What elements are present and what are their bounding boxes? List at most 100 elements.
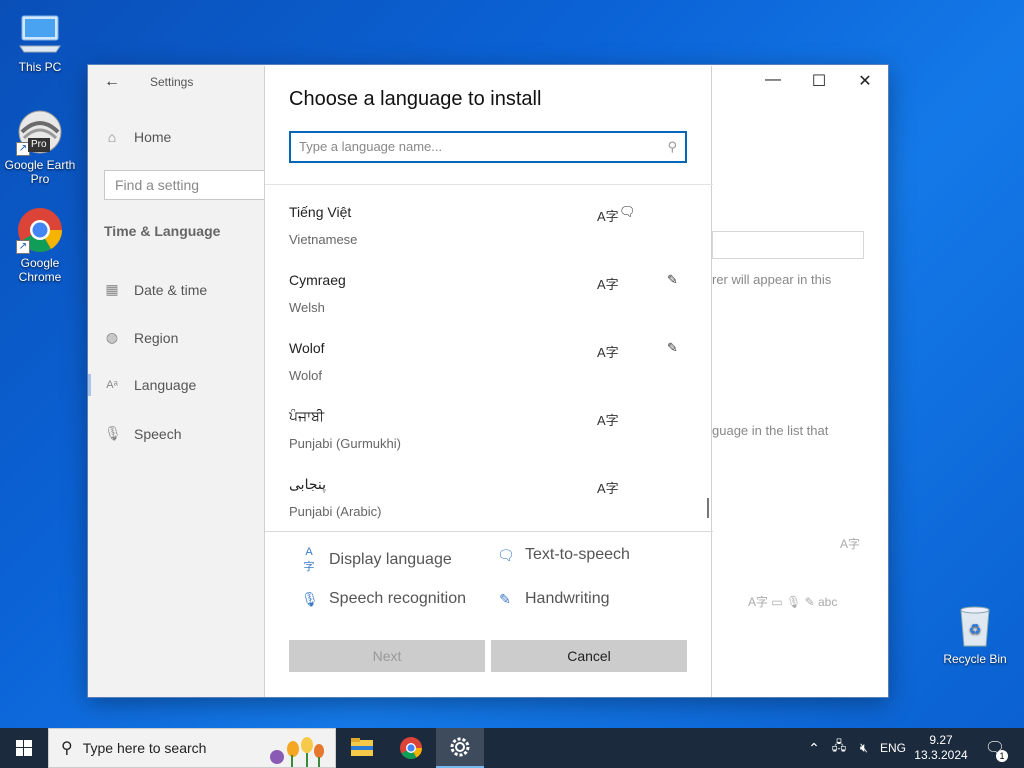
language-icon: Aᵃ: [106, 379, 118, 391]
dialog-title: Choose a language to install: [289, 88, 542, 110]
desktop-icon-label: Recycle Bin: [943, 652, 1007, 666]
legend-display-language: A字 Display language: [301, 546, 452, 574]
chrome-icon: [400, 737, 422, 759]
desktop-icon-google-chrome[interactable]: ↗ Google Chrome: [0, 206, 80, 284]
recycle-bin-icon: ♻: [951, 602, 999, 650]
legend-handwriting: ✎ Handwriting: [497, 590, 609, 608]
back-arrow-icon[interactable]: ←: [104, 73, 120, 91]
background-display-language-icon: A字: [840, 537, 861, 551]
nav-item-region[interactable]: ◍ Region: [104, 329, 178, 346]
display-language-icon: A字: [597, 481, 619, 496]
nav-item-label: Language: [134, 377, 197, 393]
notification-center-button[interactable]: 🗨 1: [978, 728, 1012, 768]
desktop-icon-label: Google Earth Pro: [4, 158, 76, 186]
section-title: Time & Language: [104, 223, 221, 239]
text-to-speech-icon: 🗨: [619, 204, 636, 219]
legend-text-to-speech: 🗨 Text-to-speech: [497, 546, 630, 564]
display-language-icon: A字: [597, 413, 619, 428]
app-title: Settings: [150, 75, 194, 89]
find-setting-placeholder: Find a setting: [115, 177, 200, 193]
settings-sidebar: ← Settings ⌂ Home Find a setting Time & …: [88, 65, 284, 697]
display-language-icon: A字: [597, 345, 619, 360]
display-language-icon: A字: [597, 277, 619, 292]
display-language-icon: A字: [303, 546, 315, 573]
nav-item-date-time[interactable]: ▦ Date & time: [104, 281, 207, 298]
desktop-icon-label: This PC: [18, 60, 62, 74]
chrome-icon: ↗: [16, 206, 64, 254]
scrollbar-thumb[interactable]: [707, 498, 709, 518]
display-language-icon: A字: [597, 209, 619, 224]
language-native-name: ਪੰਜਾਬੀ: [289, 408, 325, 424]
clock-time: 9.27: [929, 733, 953, 747]
volume-muted-icon[interactable]: 🔇︎: [852, 728, 876, 768]
nav-item-label: Speech: [134, 425, 182, 442]
nav-item-label: Home: [134, 129, 172, 145]
legend-label: Text-to-speech: [525, 546, 630, 563]
language-native-name: Wolof: [289, 340, 325, 356]
clock-date: 13.3.2024: [914, 748, 968, 762]
language-english-name: Punjabi (Arabic): [289, 504, 382, 519]
clock[interactable]: 9.27 13.3.2024: [912, 728, 970, 768]
background-feature-icons: A字 ▭ 🎙︎ ✎ abc: [748, 595, 838, 609]
language-native-name: Cymraeg: [289, 272, 346, 288]
start-button[interactable]: [0, 728, 48, 768]
notification-count: 1: [996, 750, 1008, 762]
divider: [265, 531, 713, 532]
language-english-name: Punjabi (Gurmukhi): [289, 436, 401, 451]
active-indicator: [88, 374, 91, 396]
folder-icon: [351, 738, 373, 756]
language-search-box[interactable]: ⚲: [289, 131, 687, 163]
list-item[interactable]: ਪੰਜਾਬੀ Punjabi (Gurmukhi) A字: [289, 408, 689, 472]
text-to-speech-icon: 🗨: [497, 546, 515, 563]
search-icon: ⚲: [61, 740, 73, 757]
home-icon: ⌂: [107, 129, 117, 145]
minimize-button[interactable]: —: [750, 71, 796, 91]
svg-text:♻: ♻: [969, 621, 982, 637]
nav-item-label: Date & time: [134, 281, 208, 298]
taskbar-file-explorer[interactable]: [338, 728, 386, 768]
show-hidden-icons-button[interactable]: ⌃: [804, 728, 824, 768]
desktop-icon-recycle-bin[interactable]: ♻ Recycle Bin: [935, 602, 1015, 666]
maximize-button[interactable]: ☐: [796, 71, 842, 91]
legend-label: Handwriting: [525, 590, 610, 607]
legend-label: Display language: [329, 551, 452, 568]
taskbar-search-box[interactable]: ⚲ Type here to search: [48, 728, 336, 768]
desktop-icon-this-pc[interactable]: This PC: [0, 10, 80, 74]
globe-icon: ◍: [105, 329, 119, 345]
taskbar: ⚲ Type here to search ⌃ 🖧 🔇︎ ENG 9.27 13…: [0, 728, 1024, 768]
close-button[interactable]: ✕: [842, 71, 888, 91]
gear-icon: [450, 737, 470, 757]
list-item[interactable]: Cymraeg Welsh A字 ✎: [289, 272, 689, 336]
handwriting-icon: ✎: [667, 272, 678, 287]
calendar-icon: ▦: [105, 281, 119, 297]
next-button[interactable]: Next: [289, 640, 485, 672]
nav-item-label: Region: [134, 329, 179, 346]
handwriting-icon: ✎: [499, 590, 511, 607]
taskbar-chrome[interactable]: [387, 728, 435, 768]
language-native-name: پنجابی: [289, 476, 326, 492]
language-english-name: Vietnamese: [289, 232, 358, 247]
nav-item-speech[interactable]: 🎙︎ Speech: [104, 425, 181, 442]
desktop-icon-google-earth-pro[interactable]: ↗ Pro Google Earth Pro: [0, 108, 80, 186]
legend-label: Speech recognition: [329, 590, 466, 607]
microphone-icon: 🎙︎: [104, 425, 122, 441]
desktop-icon-label: Google Chrome: [18, 256, 62, 284]
list-item[interactable]: Wolof Wolof A字 ✎: [289, 340, 689, 404]
language-search-input[interactable]: [299, 139, 649, 154]
taskbar-settings[interactable]: [436, 728, 484, 768]
list-item[interactable]: Tiếng Việt Vietnamese A字 🗨: [289, 204, 689, 268]
nav-item-language[interactable]: Aᵃ Language: [104, 377, 196, 393]
language-english-name: Welsh: [289, 300, 325, 315]
divider: [265, 184, 713, 185]
search-icon: ⚲: [667, 139, 677, 154]
legend-speech-recognition: 🎙︎ Speech recognition: [301, 590, 466, 608]
cancel-button[interactable]: Cancel: [491, 640, 687, 672]
input-language-indicator[interactable]: ENG: [876, 728, 910, 768]
network-icon[interactable]: 🖧: [828, 728, 850, 768]
background-input: [712, 231, 864, 259]
nav-item-home[interactable]: ⌂ Home: [104, 129, 172, 145]
shortcut-arrow-icon: ↗: [16, 240, 30, 254]
background-text: rer will appear in this: [712, 272, 832, 287]
find-setting-input[interactable]: Find a setting: [104, 170, 284, 200]
language-native-name: Tiếng Việt: [289, 204, 352, 220]
